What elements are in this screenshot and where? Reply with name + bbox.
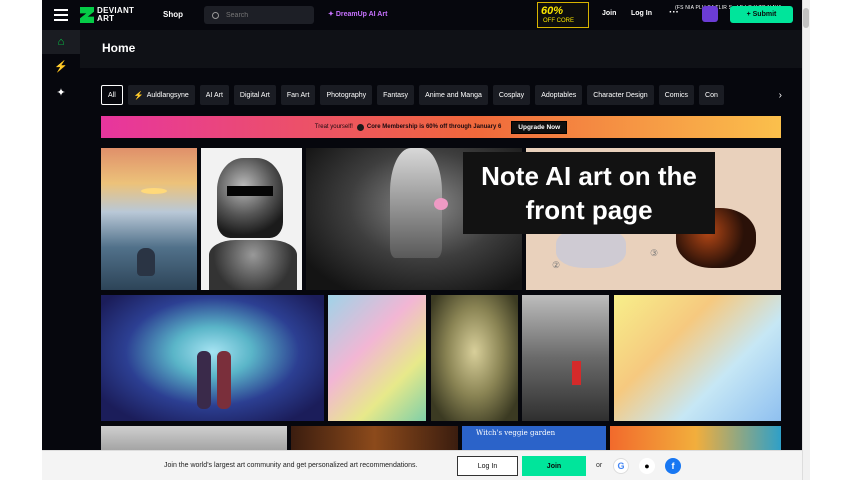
search-icon <box>212 11 219 19</box>
apple-icon[interactable]: ● <box>639 458 655 474</box>
page-header: Home <box>80 30 802 68</box>
chip-all[interactable]: All <box>101 85 123 105</box>
signup-or: or <box>596 462 603 469</box>
scrollbar[interactable] <box>802 0 810 480</box>
artwork-label: ③ <box>650 248 659 258</box>
deviantart-logo[interactable]: DEVIANT ART <box>80 6 134 24</box>
shop-link[interactable]: Shop <box>163 10 183 19</box>
chip-adoptables[interactable]: Adoptables <box>535 85 583 105</box>
gallery-item[interactable] <box>101 295 324 421</box>
chip-auldlangsyne[interactable]: ⚡ Auldlangsyne <box>127 85 195 105</box>
dreamup-link[interactable]: ✦ DreamUp AI Art <box>328 10 387 18</box>
google-icon[interactable]: G <box>613 458 629 474</box>
menu-icon[interactable] <box>54 9 68 21</box>
bolt-icon: ⚡ <box>133 90 144 100</box>
gallery-item[interactable] <box>328 295 426 421</box>
search-input[interactable] <box>226 11 306 19</box>
rail-home-icon[interactable]: ⌂ <box>42 30 80 54</box>
rail-bolt-icon[interactable]: ⚡ <box>42 54 80 78</box>
submit-button[interactable]: + Submit <box>730 6 793 23</box>
category-chips: All ⚡ Auldlangsyne AI Art Digital Art Fan… <box>101 85 781 105</box>
facebook-icon[interactable]: f <box>665 458 681 474</box>
annotation-overlay: Note AI art on the front page <box>463 152 715 234</box>
chip-label: Auldlangsyne <box>146 91 189 99</box>
artwork-title: Witch's veggie garden <box>476 429 556 437</box>
chat-bubble-icon[interactable] <box>702 6 718 22</box>
gallery-item[interactable] <box>522 295 609 421</box>
join-link[interactable]: Join <box>602 10 616 17</box>
chip-comics[interactable]: Comics <box>658 85 695 105</box>
core-promo-badge[interactable]: 60% OFF CORE <box>537 2 589 28</box>
outer-margin-left <box>0 0 42 480</box>
chip-fan-art[interactable]: Fan Art <box>280 85 316 105</box>
chip-digital-art[interactable]: Digital Art <box>233 85 276 105</box>
annotation-line2: front page <box>525 195 653 225</box>
gallery-item[interactable] <box>614 295 781 421</box>
banner-message: Core Membership is 60% off through Janua… <box>366 124 502 130</box>
chip-ai-art[interactable]: AI Art <box>199 85 229 105</box>
banner-treat: Treat yourself! <box>314 124 353 130</box>
core-icon <box>356 123 364 131</box>
promo-sub: OFF CORE <box>543 18 574 24</box>
chevron-right-icon[interactable]: › <box>764 85 782 105</box>
promo-percent: 60% <box>541 5 564 17</box>
rail-dreamup-icon[interactable]: ✦ <box>42 80 80 104</box>
search-box[interactable] <box>204 6 314 24</box>
gallery-item[interactable] <box>431 295 518 421</box>
chip-con[interactable]: Con <box>699 85 724 105</box>
chip-cosplay[interactable]: Cosplay <box>492 85 531 105</box>
upgrade-button[interactable]: Upgrade Now <box>511 120 568 134</box>
chip-fantasy[interactable]: Fantasy <box>377 85 415 105</box>
logo-text-line2: ART <box>97 14 115 23</box>
logo-mark-icon <box>80 7 94 23</box>
browser-viewport: DEVIANT ART Shop ✦ DreamUp AI Art 60% OF… <box>42 0 802 480</box>
left-rail: ⌂ ⚡ ✦ <box>42 30 80 480</box>
login-link[interactable]: Log In <box>631 10 652 17</box>
dreamup-label: DreamUp AI Art <box>335 11 388 18</box>
core-banner: Treat yourself! Core Membership is 60% o… <box>101 116 781 138</box>
signup-text: Join the world's largest art community a… <box>164 462 418 469</box>
signup-bar: Join the world's largest art community a… <box>42 450 802 480</box>
chip-anime-manga[interactable]: Anime and Manga <box>419 85 488 105</box>
page-title: Home <box>102 41 136 55</box>
annotation-line1: Note AI art on the <box>481 161 697 191</box>
scrollbar-thumb[interactable] <box>803 8 809 28</box>
gallery-item[interactable] <box>101 148 197 290</box>
signup-join-button[interactable]: Join <box>522 456 586 476</box>
top-nav: DEVIANT ART Shop ✦ DreamUp AI Art 60% OF… <box>42 0 802 30</box>
chip-character-design[interactable]: Character Design <box>587 85 654 105</box>
artwork-label: ② <box>552 260 561 270</box>
gallery-item[interactable] <box>201 148 302 290</box>
chip-photography[interactable]: Photography <box>320 85 373 105</box>
signup-login-button[interactable]: Log In <box>457 456 518 476</box>
